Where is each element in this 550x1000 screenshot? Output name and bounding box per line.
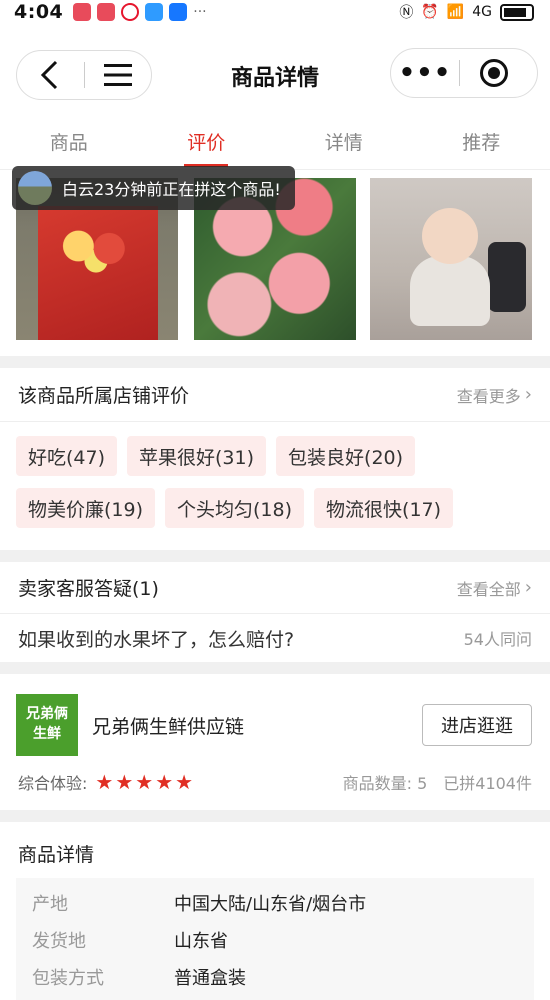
- qa-question: 如果收到的水果坏了，怎么赔付?: [18, 628, 295, 651]
- store-reviews-section: 该商品所属店铺评价 查看更多 › 好吃(47) 苹果很好(31) 包装良好(20…: [0, 368, 550, 550]
- network-label: 4G: [472, 4, 492, 20]
- attribute-row: 发货地 山东省: [16, 921, 534, 958]
- star-icon: ★: [155, 770, 174, 794]
- status-time: 4:04: [14, 1, 64, 23]
- target-icon[interactable]: [460, 48, 528, 98]
- alarm-icon: ⏰: [421, 4, 439, 20]
- nav-left-capsule: [16, 50, 152, 100]
- store-name[interactable]: 兄弟俩生鲜供应链: [92, 712, 244, 739]
- review-photo-baby[interactable]: [370, 178, 532, 340]
- hamburger-icon[interactable]: [85, 50, 152, 100]
- status-right: Ⓝ ⏰ 📶 4G: [399, 2, 534, 22]
- review-tag[interactable]: 物美价廉(19): [16, 488, 156, 528]
- back-chevron-icon[interactable]: [17, 50, 84, 100]
- avatar: [18, 171, 52, 205]
- review-tag[interactable]: 个头均匀(18): [165, 488, 305, 528]
- visit-store-button[interactable]: 进店逛逛: [422, 704, 532, 746]
- tab-reviews[interactable]: 评价: [138, 124, 276, 169]
- attribute-key: 包装方式: [32, 967, 104, 989]
- store-logo-text: 生鲜: [33, 726, 61, 742]
- chevron-right-icon: ›: [524, 384, 532, 405]
- review-tag[interactable]: 包装良好(20): [276, 436, 416, 476]
- more-dots-icon[interactable]: •••: [391, 48, 459, 98]
- store-reviews-header: 该商品所属店铺评价 查看更多 ›: [0, 368, 550, 422]
- alipay-icon: [169, 3, 188, 21]
- nav-right-capsule: •••: [390, 48, 538, 98]
- seller-qa-section: 卖家客服答疑(1) 查看全部 › 如果收到的水果坏了，怎么赔付? 54人同问: [0, 562, 550, 662]
- qa-agree-count: 54人同问: [463, 630, 532, 649]
- rating-stars: ★ ★ ★ ★ ★: [95, 770, 193, 794]
- product-count: 商品数量: 5: [342, 774, 428, 793]
- section-title: 卖家客服答疑(1): [18, 578, 159, 600]
- store-logo-text: 兄弟俩: [26, 706, 68, 722]
- notification-icons: ···: [73, 3, 207, 21]
- store-rating: 综合体验: ★ ★ ★ ★ ★: [18, 770, 193, 794]
- attribute-row: 包装方式 普通盒装: [16, 958, 534, 995]
- chevron-right-icon: ›: [524, 577, 532, 598]
- navbar: 商品详情 •••: [0, 24, 550, 124]
- attribute-row: 产地 中国大陆/山东省/烟台市: [16, 884, 534, 921]
- tab-bar: 商品 评价 详情 推荐: [0, 124, 550, 170]
- star-icon: ★: [115, 770, 134, 794]
- sold-count: 已拼4104件: [443, 774, 532, 793]
- store-logo[interactable]: 兄弟俩 生鲜: [16, 694, 78, 756]
- attribute-value: 山东省: [174, 930, 228, 952]
- attribute-key: 发货地: [32, 930, 86, 952]
- group-buy-toast: 白云23分钟前正在拼这个商品!: [12, 166, 295, 210]
- section-title: 商品详情: [18, 844, 95, 866]
- attribute-value: 普通盒装: [174, 967, 246, 989]
- attribute-value: 中国大陆/山东省/烟台市: [174, 893, 367, 915]
- product-detail-section: 商品详情 产地 中国大陆/山东省/烟台市 发货地 山东省 包装方式 普通盒装: [0, 822, 550, 1000]
- view-all-link[interactable]: 查看全部 ›: [457, 576, 532, 600]
- weibo-icon: [121, 3, 140, 21]
- review-tag[interactable]: 好吃(47): [16, 436, 118, 476]
- section-title: 该商品所属店铺评价: [18, 385, 190, 407]
- experience-label: 综合体验:: [18, 774, 88, 793]
- view-more-link[interactable]: 查看更多 ›: [457, 383, 532, 407]
- attribute-table: 产地 中国大陆/山东省/烟台市 发货地 山东省 包装方式 普通盒装: [16, 878, 534, 1000]
- star-icon: ★: [135, 770, 154, 794]
- battery-icon: [500, 3, 534, 21]
- store-meta: 综合体验: ★ ★ ★ ★ ★ 商品数量: 5 已拼4104件: [18, 770, 532, 794]
- store-stats: 商品数量: 5 已拼4104件: [343, 770, 532, 794]
- review-tags: 好吃(47) 苹果很好(31) 包装良好(20) 物美价廉(19) 个头均匀(1…: [16, 436, 536, 528]
- view-more-label: 查看更多: [456, 386, 521, 406]
- qa-header: 卖家客服答疑(1) 查看全部 ›: [0, 562, 550, 614]
- attribute-key: 产地: [32, 893, 68, 915]
- tab-details[interactable]: 详情: [275, 124, 413, 169]
- app-icon: [73, 3, 92, 21]
- star-icon: ★: [175, 770, 194, 794]
- message-icon: [145, 3, 164, 21]
- app-icon: [97, 3, 116, 21]
- nfc-icon: Ⓝ: [399, 5, 414, 21]
- review-tag[interactable]: 物流很快(17): [314, 488, 454, 528]
- review-tag[interactable]: 苹果很好(31): [127, 436, 267, 476]
- store-card: 兄弟俩 生鲜 兄弟俩生鲜供应链 进店逛逛 综合体验: ★ ★ ★ ★ ★ 商品数…: [0, 674, 550, 810]
- tab-recommend[interactable]: 推荐: [413, 124, 550, 169]
- status-bar: 4:04 ··· Ⓝ ⏰ 📶 4G: [0, 0, 550, 24]
- tab-product[interactable]: 商品: [0, 124, 138, 169]
- more-notifications-icon: ···: [193, 4, 207, 20]
- star-icon: ★: [95, 770, 114, 794]
- qa-item[interactable]: 如果收到的水果坏了，怎么赔付? 54人同问: [0, 614, 550, 662]
- toast-text: 白云23分钟前正在拼这个商品!: [62, 180, 281, 199]
- view-all-label: 查看全部: [456, 579, 521, 599]
- wifi-icon: 📶: [446, 4, 465, 20]
